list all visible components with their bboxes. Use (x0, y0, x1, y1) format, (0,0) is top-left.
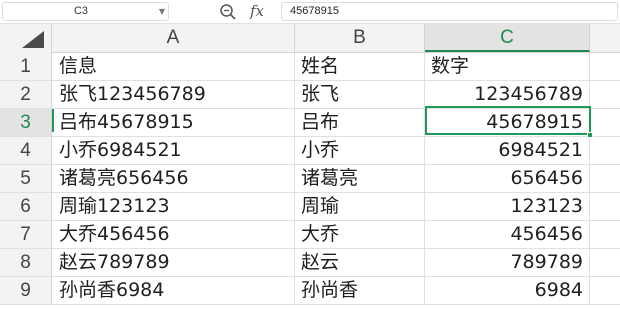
cell-b4[interactable]: 小乔 (295, 137, 425, 164)
row-header[interactable]: 8 (0, 249, 52, 276)
column-header-row: A B C (0, 24, 620, 53)
cell-d8[interactable] (590, 249, 620, 276)
cell-b3[interactable]: 吕布 (295, 109, 425, 136)
column-header-c[interactable]: C (425, 24, 590, 52)
formula-value: 45678915 (290, 5, 339, 17)
table-row: 3 吕布45678915 吕布 45678915 (0, 109, 620, 137)
row-header[interactable]: 5 (0, 165, 52, 192)
cell-d4[interactable] (590, 137, 620, 164)
cell-d1[interactable] (590, 53, 620, 80)
fx-icon[interactable]: fx (250, 1, 264, 21)
formula-input[interactable]: 45678915 (281, 2, 618, 21)
cell-a4[interactable]: 小乔6984521 (52, 137, 295, 164)
cell-c2[interactable]: 123456789 (425, 81, 590, 108)
table-row: 8 赵云789789 赵云 789789 (0, 249, 620, 277)
table-row: 2 张飞123456789 张飞 123456789 (0, 81, 620, 109)
table-row: 1 信息 姓名 数字 (0, 53, 620, 81)
table-row: 6 周瑜123123 周瑜 123123 (0, 193, 620, 221)
fill-handle[interactable] (587, 132, 593, 138)
cell-a8[interactable]: 赵云789789 (52, 249, 295, 276)
cell-b9[interactable]: 孙尚香 (295, 277, 425, 304)
cell-c6[interactable]: 123123 (425, 193, 590, 220)
cell-d9[interactable] (590, 277, 620, 304)
column-header-b[interactable]: B (295, 24, 425, 52)
cell-c1[interactable]: 数字 (425, 53, 590, 80)
cell-b5[interactable]: 诸葛亮 (295, 165, 425, 192)
cell-c9[interactable]: 6984 (425, 277, 590, 304)
cell-b8[interactable]: 赵云 (295, 249, 425, 276)
cell-c4[interactable]: 6984521 (425, 137, 590, 164)
table-row: 5 诸葛亮656456 诸葛亮 656456 (0, 165, 620, 193)
cell-d5[interactable] (590, 165, 620, 192)
cell-d6[interactable] (590, 193, 620, 220)
cell-c3[interactable]: 45678915 (425, 109, 590, 136)
cell-b2[interactable]: 张飞 (295, 81, 425, 108)
chevron-down-icon[interactable]: ▼ (159, 3, 165, 20)
cell-c7[interactable]: 456456 (425, 221, 590, 248)
table-row: 9 孙尚香6984 孙尚香 6984 (0, 277, 620, 305)
zoom-icon[interactable] (219, 3, 237, 21)
select-all-corner[interactable] (0, 24, 52, 53)
cell-d7[interactable] (590, 221, 620, 248)
cell-a9[interactable]: 孙尚香6984 (52, 277, 295, 304)
cell-a2[interactable]: 张飞123456789 (52, 81, 295, 108)
name-box[interactable]: C3 ▼ (2, 2, 169, 21)
cell-b6[interactable]: 周瑜 (295, 193, 425, 220)
cell-c5[interactable]: 656456 (425, 165, 590, 192)
cell-b7[interactable]: 大乔 (295, 221, 425, 248)
formula-bar: C3 ▼ fx 45678915 (0, 0, 620, 24)
cell-a7[interactable]: 大乔456456 (52, 221, 295, 248)
cell-c8[interactable]: 789789 (425, 249, 590, 276)
column-header-a[interactable]: A (52, 24, 295, 52)
cell-b1[interactable]: 姓名 (295, 53, 425, 80)
row-header[interactable]: 6 (0, 193, 52, 220)
row-indicator (52, 109, 54, 132)
cell-a3[interactable]: 吕布45678915 (52, 109, 295, 136)
cell-d3[interactable] (590, 109, 620, 136)
row-header[interactable]: 2 (0, 81, 52, 108)
row-header[interactable]: 4 (0, 137, 52, 164)
row-header[interactable]: 9 (0, 277, 52, 304)
spreadsheet-grid: A B C 1 信息 姓名 数字 2 张飞123456789 张飞 123456… (0, 24, 620, 309)
select-all-icon (22, 31, 44, 48)
cell-a6[interactable]: 周瑜123123 (52, 193, 295, 220)
cell-d2[interactable] (590, 81, 620, 108)
row-header[interactable]: 1 (0, 53, 52, 80)
cell-a1[interactable]: 信息 (52, 53, 295, 80)
row-header[interactable]: 3 (0, 109, 52, 136)
name-box-value: C3 (73, 5, 89, 17)
row-header[interactable]: 7 (0, 221, 52, 248)
table-row: 7 大乔456456 大乔 456456 (0, 221, 620, 249)
table-row: 4 小乔6984521 小乔 6984521 (0, 137, 620, 165)
cell-a5[interactable]: 诸葛亮656456 (52, 165, 295, 192)
